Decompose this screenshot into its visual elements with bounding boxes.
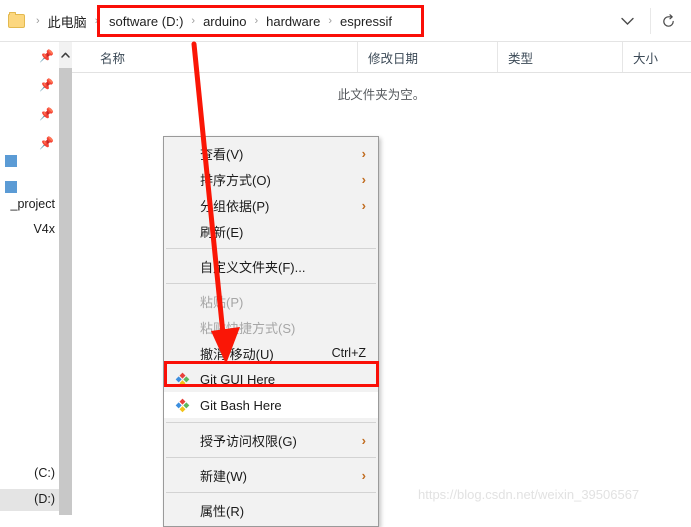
column-headers: 名称 修改日期 类型 大小 bbox=[72, 42, 691, 73]
pin-icon[interactable]: 📌 bbox=[39, 50, 54, 63]
pin-icon[interactable]: 📌 bbox=[39, 108, 54, 121]
empty-folder-message: 此文件夹为空。 bbox=[337, 88, 426, 102]
breadcrumb-item-hardware[interactable]: hardware bbox=[263, 12, 323, 31]
breadcrumb-separator: › bbox=[94, 15, 99, 27]
chevron-down-icon[interactable] bbox=[613, 8, 641, 34]
menu-item-label: 授予访问权限(G) bbox=[200, 433, 297, 449]
breadcrumb-separator: › bbox=[254, 15, 259, 27]
nav-item-icon bbox=[5, 155, 17, 167]
sidebar-item-v4x[interactable]: V4x bbox=[33, 222, 55, 236]
menu-separator bbox=[166, 283, 376, 284]
breadcrumb[interactable]: › 此电脑 › bbox=[8, 7, 103, 35]
menu-item-paste-shortcut: 粘贴快捷方式(S) bbox=[164, 314, 378, 340]
menu-item-refresh[interactable]: 刷新(E) bbox=[164, 218, 378, 244]
menu-item-properties[interactable]: 属性(R) bbox=[164, 497, 378, 523]
breadcrumb-item-this-pc[interactable]: 此电脑 bbox=[45, 10, 90, 33]
menu-item-label: 新建(W) bbox=[200, 468, 247, 484]
menu-item-sort-by[interactable]: 排序方式(O) › bbox=[164, 166, 378, 192]
menu-item-label: 刷新(E) bbox=[200, 224, 244, 240]
sidebar-item-c-drive[interactable]: (C:) bbox=[34, 466, 55, 480]
git-icon bbox=[175, 372, 190, 387]
nav-item-icon bbox=[5, 181, 17, 193]
breadcrumb-separator: › bbox=[36, 15, 40, 27]
folder-icon bbox=[8, 12, 25, 28]
breadcrumb-separator: › bbox=[328, 15, 332, 27]
menu-item-label: 粘贴快捷方式(S) bbox=[200, 320, 296, 336]
chevron-right-icon: › bbox=[361, 197, 366, 213]
chevron-up-icon[interactable] bbox=[59, 42, 72, 68]
chevron-right-icon: › bbox=[361, 145, 366, 161]
menu-separator bbox=[166, 422, 376, 423]
menu-item-label: 撤消 移动(U) bbox=[200, 346, 274, 362]
menu-item-label: 属性(R) bbox=[200, 503, 245, 519]
chevron-right-icon: › bbox=[361, 171, 366, 187]
menu-item-grant-access[interactable]: 授予访问权限(G) › bbox=[164, 427, 378, 453]
breadcrumb-item-espressif[interactable]: espressif bbox=[337, 12, 395, 31]
menu-item-customize-folder[interactable]: 自定义文件夹(F)... bbox=[164, 253, 378, 279]
pin-icon[interactable]: 📌 bbox=[39, 79, 54, 92]
menu-item-label: 自定义文件夹(F)... bbox=[200, 259, 306, 275]
menu-item-new[interactable]: 新建(W) › bbox=[164, 462, 378, 488]
sidebar-item-project[interactable]: _project bbox=[11, 197, 55, 211]
menu-separator bbox=[166, 248, 376, 249]
chevron-right-icon: › bbox=[361, 467, 366, 483]
context-menu[interactable]: 查看(V) › 排序方式(O) › 分组依据(P) › 刷新(E) 自定义文件夹… bbox=[163, 136, 379, 527]
refresh-icon[interactable] bbox=[650, 8, 685, 34]
breadcrumb-path-group[interactable]: software (D:) › arduino › hardware › esp… bbox=[106, 7, 395, 35]
chevron-right-icon: › bbox=[361, 432, 366, 448]
column-header-size[interactable]: 大小 bbox=[622, 42, 691, 72]
git-icon bbox=[175, 398, 190, 413]
navigation-scrollbar[interactable] bbox=[59, 42, 73, 515]
menu-item-git-gui-here[interactable]: Git GUI Here bbox=[164, 366, 378, 392]
menu-separator bbox=[166, 457, 376, 458]
column-header-date[interactable]: 修改日期 bbox=[357, 42, 497, 72]
sidebar-item-d-drive[interactable]: (D:) bbox=[34, 492, 55, 506]
column-header-name[interactable]: 名称 bbox=[90, 42, 357, 72]
menu-item-label: 排序方式(O) bbox=[200, 172, 271, 188]
menu-item-label: 粘贴(P) bbox=[200, 294, 244, 310]
menu-separator bbox=[166, 492, 376, 493]
menu-item-git-bash-here[interactable]: Git Bash Here bbox=[164, 392, 378, 418]
menu-item-label: Git Bash Here bbox=[200, 397, 282, 413]
breadcrumb-item-arduino[interactable]: arduino bbox=[200, 12, 249, 31]
menu-item-shortcut: Ctrl+Z bbox=[331, 346, 366, 360]
pin-icon[interactable]: 📌 bbox=[39, 137, 54, 150]
watermark: https://blog.csdn.net/weixin_39506567 bbox=[418, 487, 640, 502]
column-header-type[interactable]: 类型 bbox=[497, 42, 622, 72]
menu-item-group-by[interactable]: 分组依据(P) › bbox=[164, 192, 378, 218]
navigation-pane[interactable]: 📌 📌 📌 📌 _project V4x (C:) (D:) bbox=[0, 42, 59, 515]
menu-item-view[interactable]: 查看(V) › bbox=[164, 140, 378, 166]
breadcrumb-separator: › bbox=[191, 15, 196, 27]
breadcrumb-item-software-d[interactable]: software (D:) bbox=[106, 12, 186, 31]
menu-item-label: 分组依据(P) bbox=[200, 198, 270, 214]
address-bar[interactable]: › 此电脑 › software (D:) › arduino › hardwa… bbox=[0, 0, 691, 42]
menu-item-paste: 粘贴(P) bbox=[164, 288, 378, 314]
menu-item-label: Git GUI Here bbox=[200, 371, 276, 387]
menu-item-label: 查看(V) bbox=[200, 146, 244, 162]
menu-item-undo-move[interactable]: 撤消 移动(U) Ctrl+Z bbox=[164, 340, 378, 366]
